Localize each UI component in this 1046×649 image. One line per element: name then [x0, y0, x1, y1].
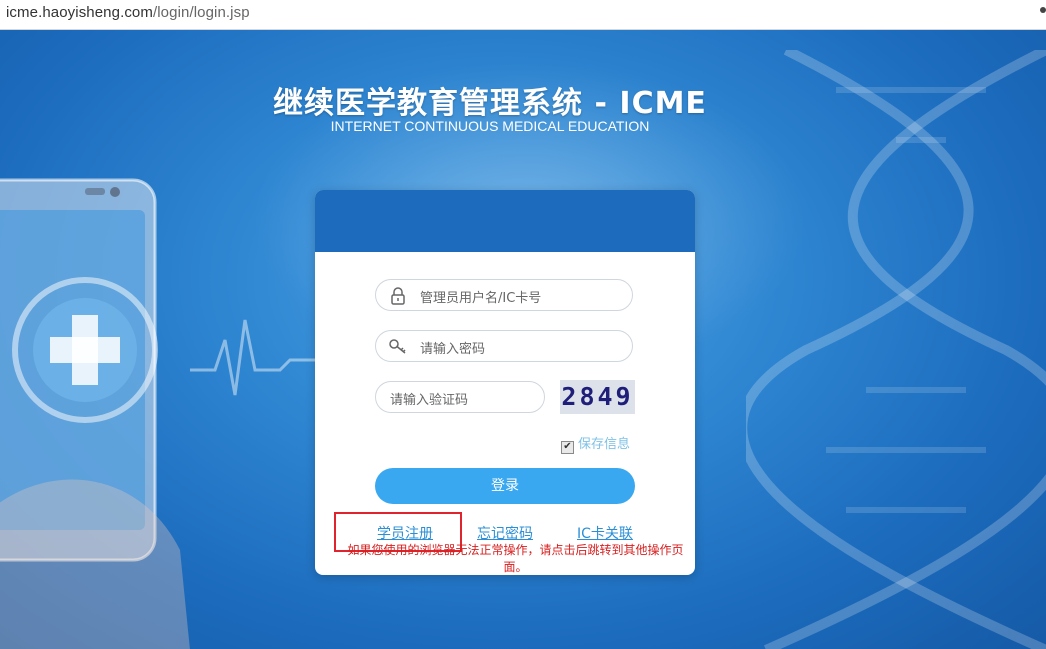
- password-placeholder: 请输入密码: [420, 342, 486, 357]
- remember-label: 保存信息: [578, 437, 631, 452]
- more-dot-icon[interactable]: [1040, 7, 1046, 13]
- captcha-placeholder: 请输入验证码: [390, 393, 469, 408]
- dna-helix-illustration: [746, 50, 1046, 649]
- lock-icon: [391, 287, 405, 305]
- username-input[interactable]: 管理员用户名/IC卡号: [375, 279, 633, 311]
- browser-address-bar[interactable]: icme.haoyisheng.com/login/login.jsp: [0, 0, 1046, 30]
- browser-notice[interactable]: 如果您使用的浏览器无法正常操作，请点击后跳转到其他操作页面。: [343, 542, 688, 575]
- page-subtitle: INTERNET CONTINUOUS MEDICAL EDUCATION: [330, 118, 650, 134]
- url-host: icme.haoyisheng.com: [6, 4, 153, 21]
- login-card-header: [315, 190, 695, 252]
- heartbeat-line-illustration: [190, 319, 330, 396]
- login-card: 管理员用户名/IC卡号 请输入密码 请输入验证码 2849 ✔ 保存信息 登录 学…: [315, 190, 695, 575]
- url-path: /login/login.jsp: [152, 4, 250, 21]
- captcha-input[interactable]: 请输入验证码: [375, 381, 545, 413]
- url-text[interactable]: icme.haoyisheng.com/login/login.jsp: [6, 4, 250, 21]
- ic-card-link[interactable]: IC卡关联: [577, 523, 633, 543]
- login-background: 继续医学教育管理系统 - ICME INTERNET CONTINUOUS ME…: [0, 30, 1046, 649]
- username-placeholder: 管理员用户名/IC卡号: [420, 291, 542, 306]
- password-input[interactable]: 请输入密码: [375, 330, 633, 362]
- key-icon: [389, 339, 406, 354]
- login-button[interactable]: 登录: [375, 468, 635, 504]
- captcha-image[interactable]: 2849: [560, 380, 635, 414]
- page-title: 继续医学教育管理系统 - ICME: [273, 86, 707, 121]
- remember-checkbox[interactable]: ✔: [561, 441, 574, 454]
- forgot-password-link[interactable]: 忘记密码: [477, 523, 533, 543]
- remember-info[interactable]: ✔ 保存信息: [561, 433, 630, 454]
